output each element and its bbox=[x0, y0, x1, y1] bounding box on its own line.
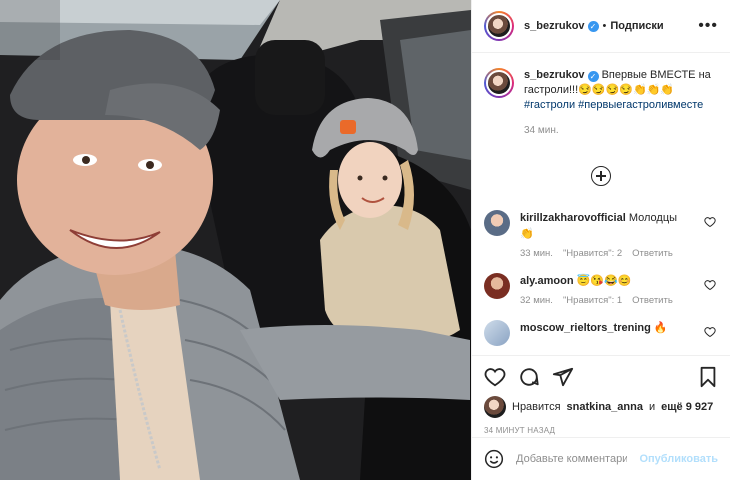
comment-time: 32 мин. bbox=[520, 295, 553, 306]
reply-button[interactable]: Ответить bbox=[632, 248, 673, 259]
publish-button[interactable]: Опубликовать bbox=[639, 453, 718, 465]
like-comment-heart-icon[interactable] bbox=[704, 326, 716, 338]
comment-input[interactable]: Добавьте комментарий... bbox=[516, 453, 627, 465]
action-icons bbox=[484, 364, 718, 390]
heart-icon[interactable] bbox=[484, 366, 506, 388]
comment-item: kirillzakharovofficial Молодцы 👏 33 мин. … bbox=[484, 210, 718, 259]
comment-item: moscow_rieltors_trening 🔥 bbox=[484, 320, 718, 346]
comment-emoji: 😇😘😂😊 bbox=[576, 275, 632, 287]
commenter-username[interactable]: moscow_rieltors_trening bbox=[520, 322, 651, 334]
like-comment-heart-icon[interactable] bbox=[704, 279, 716, 291]
caption-emoji: 😏😏😏😏👏👏👏 bbox=[578, 84, 675, 96]
comments-list[interactable]: s_bezrukov ✓ Впервые ВМЕСТЕ на гастроли!!… bbox=[472, 54, 730, 355]
commenter-avatar[interactable] bbox=[484, 210, 510, 236]
follow-button[interactable]: Подписки bbox=[610, 20, 663, 32]
caption-body: s_bezrukov ✓ Впервые ВМЕСТЕ на гастроли!!… bbox=[524, 68, 714, 138]
bookmark-icon[interactable] bbox=[698, 366, 718, 388]
comment-likes[interactable]: "Нравится": 2 bbox=[563, 248, 622, 259]
author-username[interactable]: s_bezrukov bbox=[524, 20, 585, 32]
caption-avatar[interactable] bbox=[484, 68, 514, 98]
caption-username[interactable]: s_bezrukov bbox=[524, 69, 585, 81]
like-comment-heart-icon[interactable] bbox=[704, 216, 716, 228]
comment-time: 33 мин. bbox=[520, 248, 553, 259]
caption-time: 34 мин. bbox=[524, 125, 559, 136]
hashtag-link[interactable]: #гастроли bbox=[524, 99, 575, 111]
caption: s_bezrukov ✓ Впервые ВМЕСТЕ на гастроли!!… bbox=[484, 68, 718, 138]
liker-avatar[interactable] bbox=[484, 396, 506, 418]
separator-dot: • bbox=[602, 20, 607, 32]
post-photo-image bbox=[0, 0, 471, 480]
post-timestamp[interactable]: 34 МИНУТ НАЗАД bbox=[484, 426, 718, 435]
verified-icon: ✓ bbox=[587, 20, 599, 32]
load-more-icon[interactable] bbox=[591, 166, 611, 186]
commenter-avatar[interactable] bbox=[484, 320, 510, 346]
comment-icon[interactable] bbox=[518, 366, 540, 388]
commenter-username[interactable]: kirillzakharovofficial bbox=[520, 212, 626, 224]
liker-username[interactable]: snatkina_anna bbox=[567, 401, 643, 413]
post-actions: Нравится snatkina_anna и ещё 9 927 34 МИ… bbox=[472, 355, 730, 435]
add-comment-bar: Добавьте комментарий... Опубликовать bbox=[472, 437, 730, 480]
commenter-avatar[interactable] bbox=[484, 273, 510, 299]
comment-emoji: 👏 bbox=[520, 228, 534, 240]
comment-emoji: 🔥 bbox=[653, 322, 668, 334]
emoji-icon[interactable] bbox=[484, 449, 504, 469]
comment-likes[interactable]: "Нравится": 1 bbox=[563, 295, 622, 306]
reply-button[interactable]: Ответить bbox=[632, 295, 673, 306]
likes-count[interactable]: ещё 9 927 bbox=[661, 401, 713, 413]
post-header: s_bezrukov ✓ • Подписки ••• bbox=[472, 0, 730, 53]
comment-item: aly.amoon 😇😘😂😊 32 мин. "Нравится": 1 Отв… bbox=[484, 273, 718, 306]
hashtag-link[interactable]: #первыегастроливместе bbox=[578, 99, 703, 111]
likes-prefix: Нравится bbox=[512, 401, 561, 413]
share-icon[interactable] bbox=[552, 366, 574, 388]
comment-text: Молодцы bbox=[628, 212, 678, 224]
more-icon[interactable]: ••• bbox=[698, 18, 718, 34]
load-more-comments[interactable] bbox=[484, 166, 718, 186]
likes-summary: Нравится snatkina_anna и ещё 9 927 bbox=[484, 396, 718, 418]
post-photo[interactable] bbox=[0, 0, 471, 480]
likes-joiner: и bbox=[648, 401, 656, 413]
verified-icon: ✓ bbox=[587, 71, 599, 82]
post-side-panel: s_bezrukov ✓ • Подписки ••• s_bezrukov ✓ … bbox=[471, 0, 730, 480]
author-avatar[interactable] bbox=[484, 11, 514, 41]
commenter-username[interactable]: aly.amoon bbox=[520, 275, 574, 287]
